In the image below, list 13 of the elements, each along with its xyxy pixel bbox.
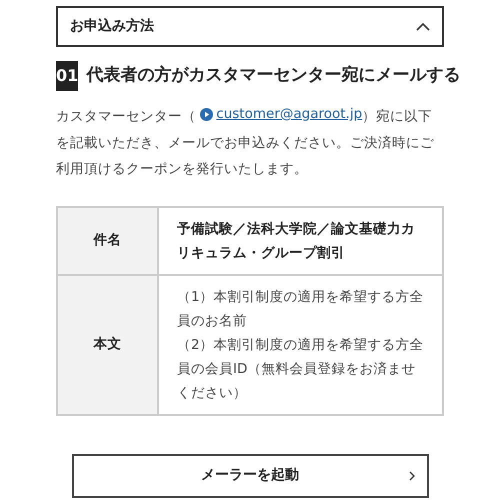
table-cell: （1）本割引制度の適用を希望する方全員のお名前 （2）本割引制度の適用を希望する方全員の会員ID（無料会員登録をお済ませください） bbox=[158, 274, 443, 414]
step-title: 代表者の方がカスタマーセンター宛にメールする bbox=[86, 64, 460, 88]
chevron-right-icon bbox=[408, 470, 414, 480]
table-header-cell: 本文 bbox=[57, 274, 158, 414]
table-header-cell: 件名 bbox=[57, 206, 158, 274]
play-icon bbox=[200, 108, 214, 120]
intro-paragraph: カスタマーセンター（ customer@agaroot.jp）宛に以下を記載いただき、メールでお申込みください。ご決済時にご利用頂けるクーポンを発行いたします。 bbox=[56, 101, 444, 182]
launch-mailer-button[interactable]: メーラーを起動 bbox=[72, 454, 428, 498]
step-number: 01 bbox=[56, 61, 78, 91]
email-link[interactable]: customer@agaroot.jp bbox=[200, 101, 362, 127]
table-cell: 予備試験／法科大学院／論文基礎力カリキュラム・グループ割引 bbox=[158, 206, 443, 274]
chevron-icon bbox=[416, 22, 430, 31]
accordion-header[interactable]: お申込み方法 bbox=[56, 6, 444, 47]
